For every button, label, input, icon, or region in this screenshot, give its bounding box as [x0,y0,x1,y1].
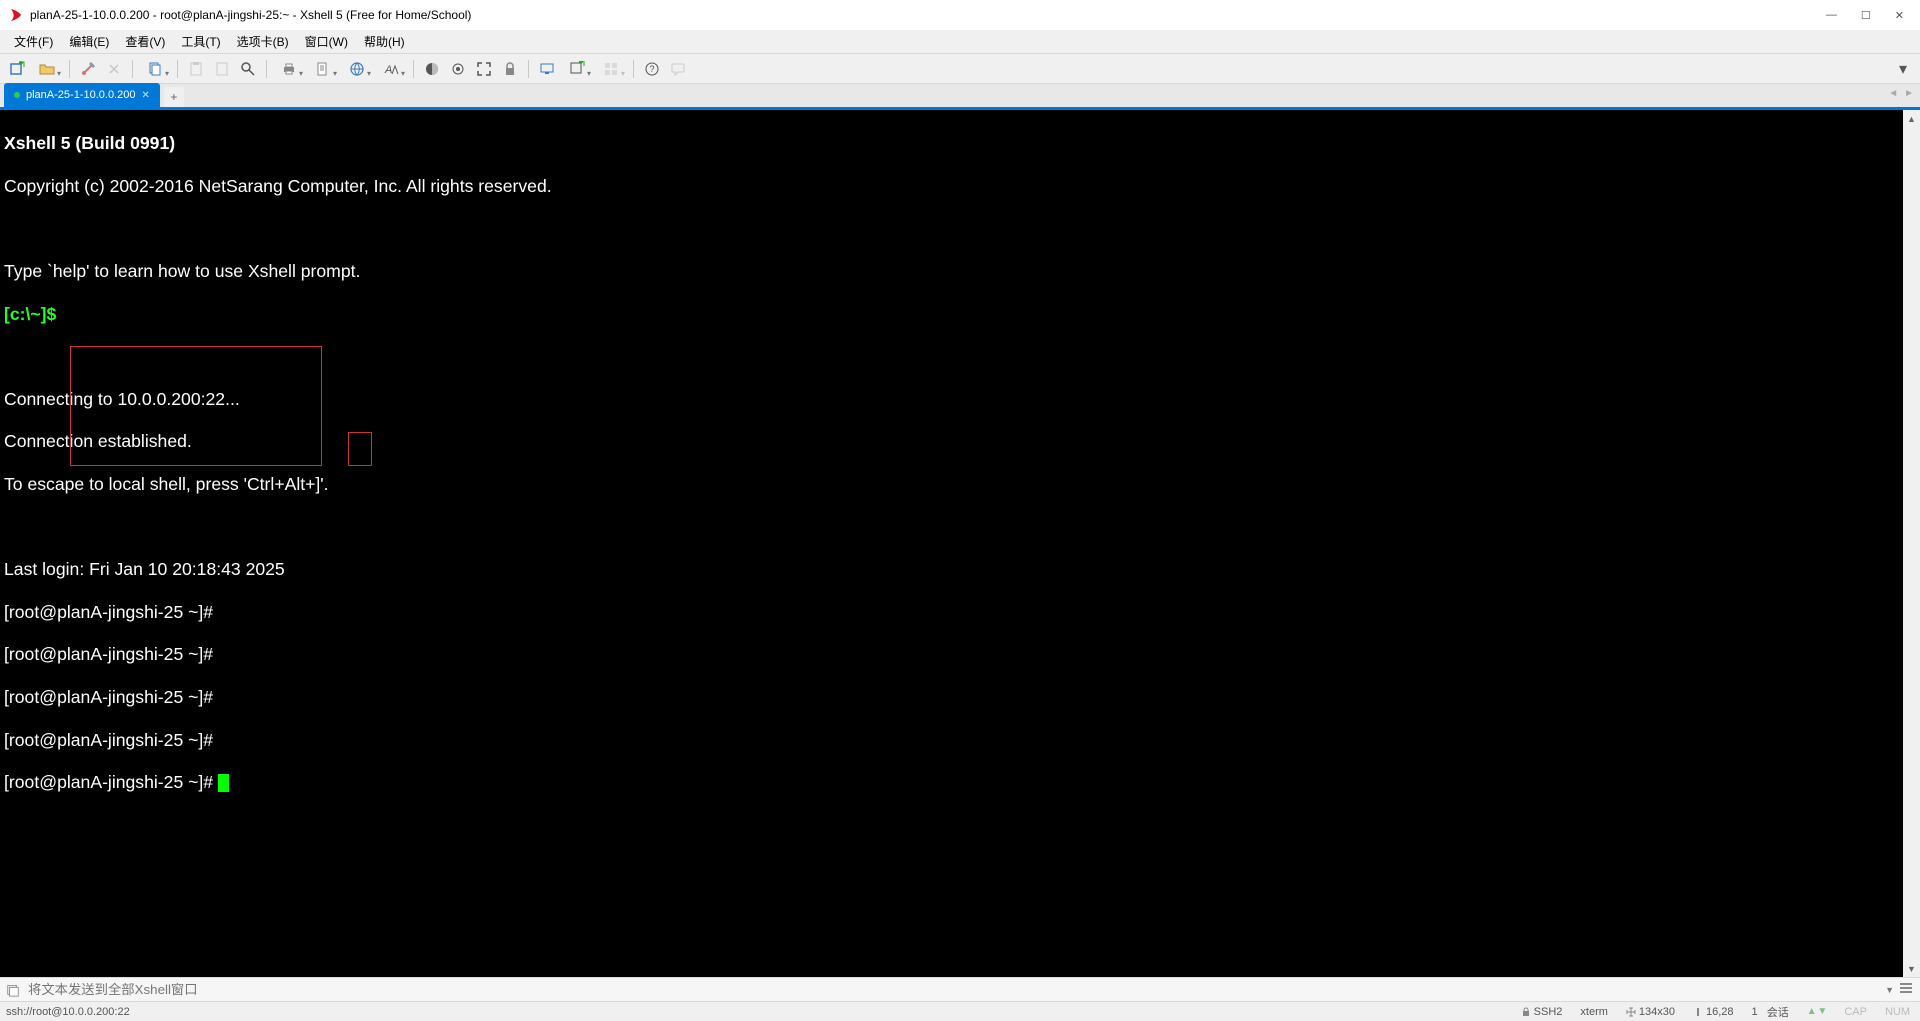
toolbar-separator [528,60,529,78]
new-session-icon[interactable] [6,58,28,80]
menu-bar: 文件(F) 编辑(E) 查看(V) 工具(T) 选项卡(B) 窗口(W) 帮助(… [0,30,1920,54]
window-title: planA-25-1-10.0.0.200 - root@planA-jings… [30,8,1826,22]
terminal-prompt-line: [root@planA-jingshi-25 ~]# [4,687,1916,708]
menu-window[interactable]: 窗口(W) [297,30,356,53]
scroll-track[interactable] [1903,127,1920,960]
toolbar-options-icon[interactable]: ▾ [1892,58,1914,80]
minimize-button[interactable]: — [1826,9,1837,21]
new-window-icon[interactable] [562,58,592,80]
terminal-cursor [218,774,229,792]
xftp-icon[interactable] [536,58,558,80]
app-icon [8,7,24,23]
terminal-prompt-line: [root@planA-jingshi-25 ~]# [4,602,1916,623]
terminal-line: Copyright (c) 2002-2016 NetSarang Comput… [4,176,1916,197]
fullscreen-icon[interactable] [473,58,495,80]
compose-input[interactable] [24,980,1881,999]
toolbar-separator [132,60,133,78]
terminal-line: To escape to local shell, press 'Ctrl+Al… [4,474,1916,495]
connection-status-icon [14,92,20,98]
status-caps: CAP [1840,1006,1871,1018]
copy-icon[interactable] [140,58,170,80]
terminal-line [4,517,1916,538]
compose-menu-icon[interactable] [1898,980,1914,999]
toolbar-separator [413,60,414,78]
scroll-up-icon[interactable]: ▲ [1903,110,1920,127]
tab-next-icon[interactable]: ► [1904,88,1914,99]
status-size: 134x30 [1639,1006,1675,1018]
feedback-icon[interactable] [667,58,689,80]
open-session-icon[interactable] [32,58,62,80]
menu-tools[interactable]: 工具(T) [173,30,228,53]
menu-tabs[interactable]: 选项卡(B) [229,30,297,53]
menu-help[interactable]: 帮助(H) [356,30,413,53]
session-tab-label: planA-25-1-10.0.0.200 [26,89,135,101]
status-bar: ssh://root@10.0.0.200:22 SSH2 xterm 134x… [0,1001,1920,1021]
terminal-line: Connection established. [4,431,1916,452]
menu-view[interactable]: 查看(V) [117,30,173,53]
status-cursor-pos: 16,28 [1706,1006,1734,1018]
log-icon[interactable] [308,58,338,80]
terminal-line: Last login: Fri Jan 10 20:18:43 2025 [4,559,1916,580]
toolbar-separator [633,60,634,78]
status-termtype: xterm [1576,1006,1612,1018]
font-icon[interactable]: A [376,58,406,80]
find-icon[interactable] [237,58,259,80]
terminal-prompt-line: [root@planA-jingshi-25 ~]# [4,730,1916,751]
terminal-pane[interactable]: Xshell 5 (Build 0991) Copyright (c) 2002… [0,110,1920,977]
paste-icon[interactable] [185,58,207,80]
highlight-icon[interactable] [447,58,469,80]
status-num: NUM [1881,1006,1914,1018]
encoding-icon[interactable] [342,58,372,80]
window-titlebar: planA-25-1-10.0.0.200 - root@planA-jings… [0,0,1920,30]
status-uri: ssh://root@10.0.0.200:22 [6,1006,1507,1018]
terminal-line [4,346,1916,367]
tab-close-icon[interactable]: ✕ [141,90,149,101]
paste-select-icon[interactable] [211,58,233,80]
session-tab[interactable]: planA-25-1-10.0.0.200 ✕ [4,83,160,107]
toolbar: A ? ▾ [0,54,1920,84]
tile-icon[interactable] [596,58,626,80]
menu-edit[interactable]: 编辑(E) [61,30,117,53]
terminal-line: Xshell 5 (Build 0991) [4,133,1916,154]
terminal-prompt-line: [root@planA-jingshi-25 ~]# [4,772,218,792]
toolbar-separator [177,60,178,78]
status-session-count: 1 [1752,1006,1758,1018]
toolbar-separator [266,60,267,78]
status-session-label: 会话 [1767,1004,1789,1020]
session-tab-strip: planA-25-1-10.0.0.200 ✕ + ◄ ► [0,84,1920,110]
broadcast-icon[interactable] [6,983,20,997]
compose-target-dropdown[interactable]: ▼ [1885,985,1894,995]
reconnect-icon[interactable] [103,58,125,80]
status-protocol: SSH2 [1534,1006,1563,1018]
close-button[interactable]: ✕ [1895,9,1904,22]
tab-prev-icon[interactable]: ◄ [1888,88,1898,99]
help-icon[interactable]: ? [641,58,663,80]
toolbar-separator [69,60,70,78]
status-traffic-icon: ▲ ▼ [1803,1006,1831,1017]
compose-bar: ▼ [0,977,1920,1001]
svg-text:A: A [384,64,392,76]
scroll-down-icon[interactable]: ▼ [1903,960,1920,977]
terminal-scrollbar[interactable]: ▲ ▼ [1903,110,1920,977]
svg-text:?: ? [650,64,655,74]
print-icon[interactable] [274,58,304,80]
properties-icon[interactable] [77,58,99,80]
color-scheme-icon[interactable] [421,58,443,80]
terminal-line: Type `help' to learn how to use Xshell p… [4,261,1916,282]
terminal-prompt-line: [root@planA-jingshi-25 ~]# [4,644,1916,665]
lock-icon[interactable] [499,58,521,80]
terminal-local-prompt: [c:\~]$ [4,304,56,324]
terminal-line: Connecting to 10.0.0.200:22... [4,389,1916,410]
menu-file[interactable]: 文件(F) [6,30,61,53]
new-tab-button[interactable]: + [164,87,184,107]
maximize-button[interactable]: ☐ [1861,9,1871,22]
terminal-line [4,218,1916,239]
